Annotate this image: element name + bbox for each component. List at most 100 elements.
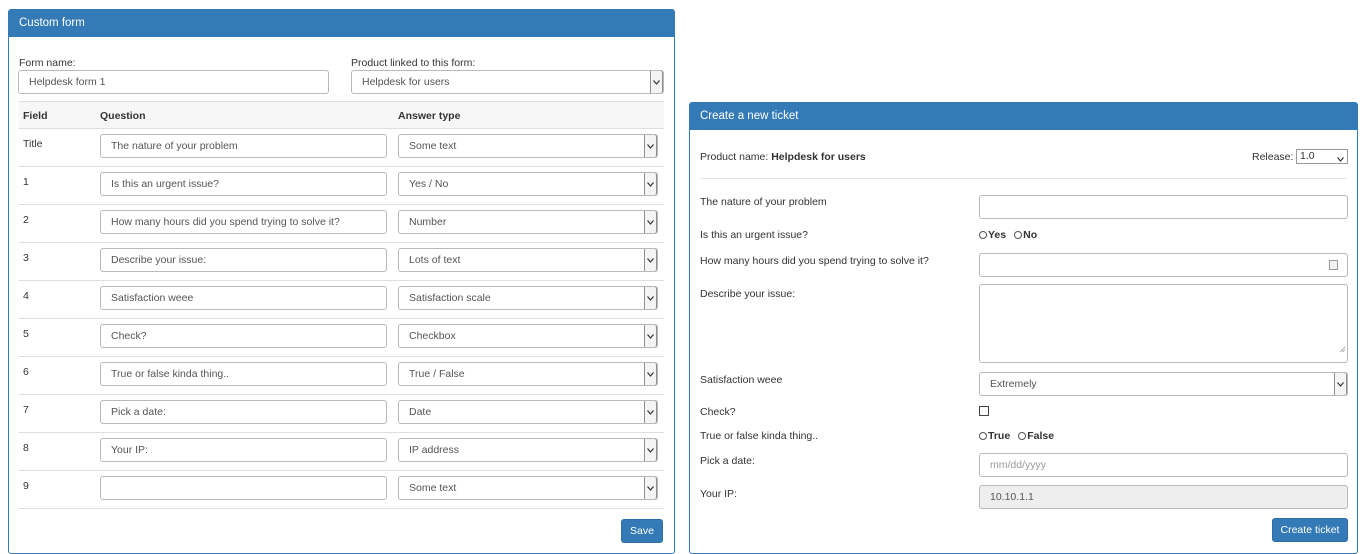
chevron-down-icon <box>1337 153 1344 166</box>
chevron-down-icon <box>644 439 657 461</box>
satisfaction-value: Extremely <box>990 378 1037 390</box>
row-field-label: 8 <box>23 442 29 454</box>
form-name-input[interactable]: Helpdesk form 1 <box>18 70 329 94</box>
answer-type-value: Some text <box>409 140 457 152</box>
row-separator <box>19 356 664 357</box>
row-separator <box>19 508 664 509</box>
answer-type-select[interactable]: True / False <box>398 362 658 386</box>
header-answer-type: Answer type <box>398 110 461 122</box>
date-input[interactable]: mm/dd/yyyy <box>979 453 1348 477</box>
question-input[interactable]: Pick a date: <box>100 400 387 424</box>
q-satisfaction-label: Satisfaction weee <box>700 374 783 386</box>
chevron-down-icon <box>644 211 657 233</box>
question-input[interactable]: Describe your issue: <box>100 248 387 272</box>
no-label: No <box>1023 229 1038 241</box>
row-separator <box>19 242 664 243</box>
question-input[interactable]: Your IP: <box>100 438 387 462</box>
q-describe-label: Describe your issue: <box>700 288 796 300</box>
header-field: Field <box>23 110 48 122</box>
row-separator <box>19 394 664 395</box>
answer-type-value: Satisfaction scale <box>409 292 491 304</box>
row-separator <box>19 432 664 433</box>
answer-type-value: Some text <box>409 482 457 494</box>
release-value: 1.0 <box>1300 150 1315 162</box>
header-question: Question <box>100 110 146 122</box>
urgent-radio-group: Yes No <box>979 229 1045 241</box>
custom-form-heading: Custom form <box>9 10 674 37</box>
product-name-label: Product name: <box>700 151 769 163</box>
no-radio[interactable] <box>1014 231 1023 239</box>
q-check-label: Check? <box>700 406 736 418</box>
row-separator <box>19 128 664 129</box>
chevron-down-icon <box>644 287 657 309</box>
form-name-label: Form name: <box>19 57 76 69</box>
question-input[interactable]: How many hours did you spend trying to s… <box>100 210 387 234</box>
product-linked-label: Product linked to this form: <box>351 57 476 69</box>
row-field-label: 2 <box>23 214 29 226</box>
hours-input[interactable] <box>979 253 1348 277</box>
q-nature-label: The nature of your problem <box>700 196 827 208</box>
question-input[interactable]: The nature of your problem <box>100 134 387 158</box>
ip-input: 10.10.1.1 <box>979 485 1348 509</box>
answer-type-select[interactable]: Date <box>398 400 658 424</box>
q-hours-label: How many hours did you spend trying to s… <box>700 255 929 267</box>
row-separator <box>19 470 664 471</box>
product-linked-select[interactable]: Helpdesk for users <box>351 70 664 94</box>
answer-type-select[interactable]: Checkbox <box>398 324 658 348</box>
row-field-label: 1 <box>23 176 29 188</box>
create-ticket-panel: Create a new ticket Product name: Helpde… <box>689 102 1358 554</box>
chevron-down-icon <box>644 249 657 271</box>
answer-type-value: Date <box>409 406 432 418</box>
question-input[interactable]: Is this an urgent issue? <box>100 172 387 196</box>
row-field-label: 9 <box>23 480 29 492</box>
satisfaction-select[interactable]: Extremely <box>979 372 1348 396</box>
answer-type-value: Checkbox <box>409 330 456 342</box>
row-field-label: 3 <box>23 252 29 264</box>
row-field-label: 7 <box>23 404 29 416</box>
false-radio[interactable] <box>1018 432 1027 440</box>
question-input[interactable] <box>100 476 387 500</box>
false-label: False <box>1027 430 1055 442</box>
q-truefalse-label: True or false kinda thing.. <box>700 430 819 442</box>
chevron-down-icon <box>644 477 657 499</box>
nature-input[interactable] <box>979 195 1348 219</box>
question-input[interactable]: Check? <box>100 324 387 348</box>
chevron-down-icon <box>644 401 657 423</box>
answer-type-select[interactable]: Satisfaction scale <box>398 286 658 310</box>
q-date-label: Pick a date: <box>700 455 755 467</box>
question-input[interactable]: True or false kinda thing.. <box>100 362 387 386</box>
save-button[interactable]: Save <box>621 519 663 543</box>
row-field-label: 6 <box>23 366 29 378</box>
product-name-line: Product name: Helpdesk for users <box>700 151 866 163</box>
answer-type-select[interactable]: Number <box>398 210 658 234</box>
yes-radio[interactable] <box>979 231 987 239</box>
yes-label: Yes <box>988 229 1007 241</box>
chevron-down-icon <box>644 325 657 347</box>
answer-type-value: Number <box>409 216 447 228</box>
custom-form-panel: Custom form Form name: Helpdesk form 1 P… <box>8 9 675 554</box>
release-select[interactable]: 1.0 <box>1296 149 1348 164</box>
create-ticket-heading: Create a new ticket <box>690 103 1357 130</box>
answer-type-select[interactable]: Some text <box>398 134 658 158</box>
answer-type-value: Yes / No <box>409 178 449 190</box>
answer-type-select[interactable]: IP address <box>398 438 658 462</box>
answer-type-select[interactable]: Yes / No <box>398 172 658 196</box>
true-radio[interactable] <box>979 432 987 440</box>
q-urgent-label: Is this an urgent issue? <box>700 229 808 241</box>
spinner-icon[interactable] <box>1329 260 1338 270</box>
row-separator <box>19 280 664 281</box>
describe-textarea[interactable] <box>979 284 1348 363</box>
create-ticket-button[interactable]: Create ticket <box>1272 518 1348 542</box>
check-checkbox[interactable] <box>979 406 989 416</box>
answer-type-select[interactable]: Some text <box>398 476 658 500</box>
true-label: True <box>988 430 1011 442</box>
answer-type-select[interactable]: Lots of text <box>398 248 658 272</box>
chevron-down-icon <box>644 363 657 385</box>
question-input[interactable]: Satisfaction weee <box>100 286 387 310</box>
truefalse-radio-group: True False <box>979 430 1062 442</box>
chevron-down-icon <box>644 173 657 195</box>
resize-handle-icon[interactable] <box>1339 338 1346 360</box>
product-name-value: Helpdesk for users <box>771 151 866 163</box>
row-field-label: 5 <box>23 328 29 340</box>
chevron-down-icon <box>650 71 663 93</box>
